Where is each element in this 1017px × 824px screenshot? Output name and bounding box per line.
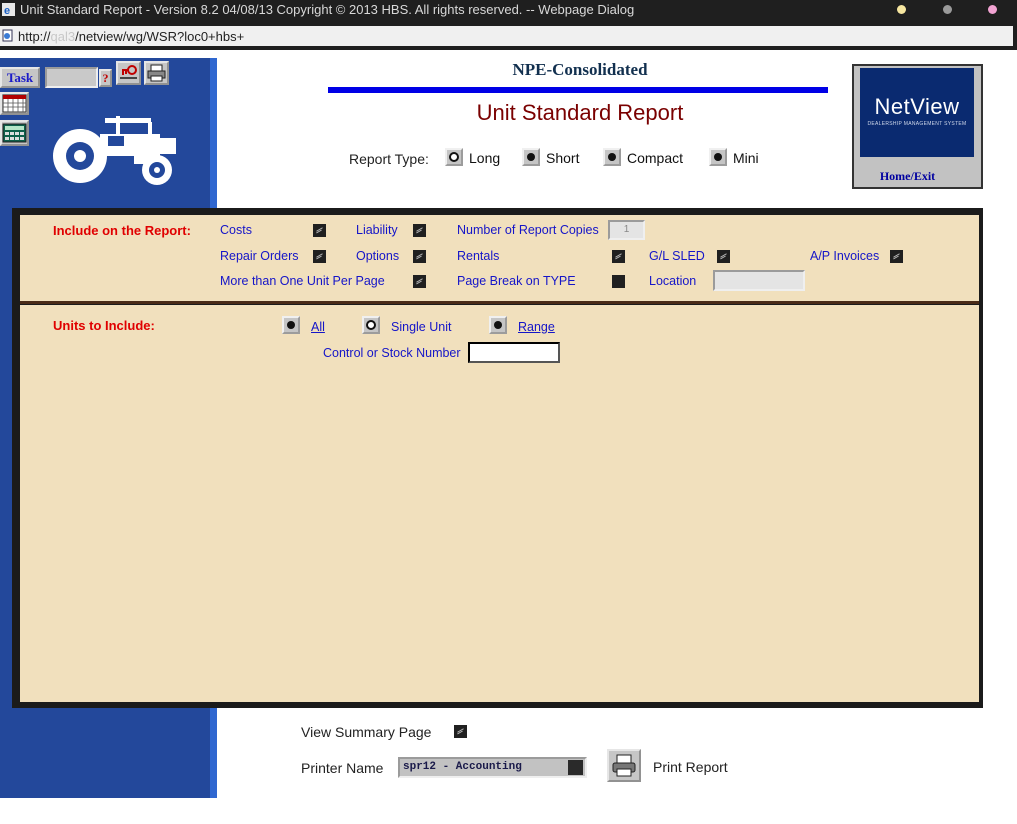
printer-select-value: spr12 - Accounting — [403, 761, 522, 773]
options-checkbox[interactable] — [413, 250, 426, 263]
address-bar[interactable]: http://qal3/netview/wg/WSR?loc0+hbs+ — [0, 26, 1013, 46]
print-button[interactable] — [144, 61, 169, 85]
calculator-button[interactable] — [0, 120, 29, 146]
repair-orders-label: Repair Orders — [220, 249, 299, 263]
calendar-button[interactable] — [0, 92, 29, 115]
page-break-checkbox[interactable] — [612, 275, 625, 288]
report-type-mini-label: Mini — [733, 150, 759, 166]
home-exit-link[interactable]: Home/Exit — [852, 169, 963, 184]
netview-logo-tagline: DEALERSHIP MANAGEMENT SYSTEM — [867, 121, 967, 127]
more-units-label: More than One Unit Per Page — [220, 274, 385, 288]
report-type-compact-label: Compact — [627, 150, 684, 166]
units-heading: Units to Include: — [53, 318, 155, 333]
radio-short[interactable] — [522, 148, 540, 166]
page-title: Unit Standard Report — [476, 100, 684, 125]
page-break-label: Page Break on TYPE — [457, 274, 576, 288]
liability-label: Liability — [356, 223, 398, 237]
print-report-link[interactable]: Print Report — [653, 759, 728, 775]
window-maximize-button[interactable] — [943, 5, 952, 14]
section-divider — [20, 301, 979, 304]
units-single-label[interactable]: Single Unit — [391, 320, 451, 334]
ap-invoices-label: A/P Invoices — [810, 249, 880, 263]
repair-orders-checkbox[interactable] — [313, 250, 326, 263]
print-report-button[interactable] — [607, 749, 641, 782]
task-input[interactable] — [45, 67, 98, 88]
units-section — [20, 305, 979, 702]
liability-checkbox[interactable] — [413, 224, 426, 237]
view-summary-checkbox[interactable] — [454, 725, 467, 738]
report-copies-input[interactable]: 1 — [608, 220, 645, 240]
include-heading: Include on the Report: — [53, 223, 191, 238]
report-copies-label: Number of Report Copies — [457, 223, 599, 237]
gl-sled-checkbox[interactable] — [717, 250, 730, 263]
window-minimize-button[interactable] — [897, 5, 906, 14]
calendar-icon — [2, 94, 27, 113]
location-label: Location — [649, 274, 697, 288]
report-type-short-label: Short — [546, 150, 580, 166]
costs-label: Costs — [220, 223, 252, 237]
units-range-label[interactable]: Range — [518, 320, 555, 334]
key-button[interactable] — [116, 61, 141, 85]
costs-checkbox[interactable] — [313, 224, 326, 237]
radio-long[interactable] — [445, 148, 463, 166]
control-stock-label: Control or Stock Number — [323, 346, 461, 360]
radio-range[interactable] — [489, 316, 507, 334]
header-divider — [328, 87, 828, 93]
gl-sled-label: G/L SLED — [649, 249, 705, 263]
radio-single-unit[interactable] — [362, 316, 380, 334]
report-type-label: Report Type: — [349, 151, 429, 167]
radio-mini[interactable] — [709, 148, 727, 166]
ie-icon: e — [2, 3, 15, 16]
location-input[interactable] — [713, 270, 805, 291]
radio-all[interactable] — [282, 316, 300, 334]
ap-invoices-checkbox[interactable] — [890, 250, 903, 263]
netview-logo-brand: NetView — [874, 94, 960, 119]
view-summary-label: View Summary Page — [301, 724, 432, 740]
chevron-down-icon[interactable] — [568, 760, 583, 775]
rentals-label: Rentals — [457, 249, 500, 263]
help-button[interactable]: ? — [99, 69, 112, 87]
svg-text:e: e — [4, 5, 10, 16]
task-button[interactable]: Task — [0, 67, 40, 88]
key-icon — [120, 65, 137, 79]
more-units-checkbox[interactable] — [413, 275, 426, 288]
options-label: Options — [356, 249, 400, 263]
page-icon — [2, 29, 13, 42]
window-title-bar: e Unit Standard Report - Version 8.2 04/… — [0, 0, 1017, 20]
address-url: http://qal3/netview/wg/WSR?loc0+hbs+ — [18, 29, 245, 44]
printer-select[interactable]: spr12 - Accounting — [398, 757, 587, 778]
window-title: Unit Standard Report - Version 8.2 04/08… — [20, 2, 635, 17]
printer-name-label: Printer Name — [301, 760, 384, 776]
report-type-long-label: Long — [469, 150, 501, 166]
company-name: NPE-Consolidated — [512, 60, 648, 79]
units-all-label[interactable]: All — [311, 320, 325, 334]
calculator-icon — [2, 123, 27, 143]
rentals-checkbox[interactable] — [612, 250, 625, 263]
printer-icon — [147, 64, 166, 82]
tractor-icon — [53, 116, 176, 185]
radio-compact[interactable] — [603, 148, 621, 166]
window-close-button[interactable] — [988, 5, 997, 14]
printer-icon — [612, 754, 636, 777]
control-stock-input[interactable] — [468, 342, 560, 363]
